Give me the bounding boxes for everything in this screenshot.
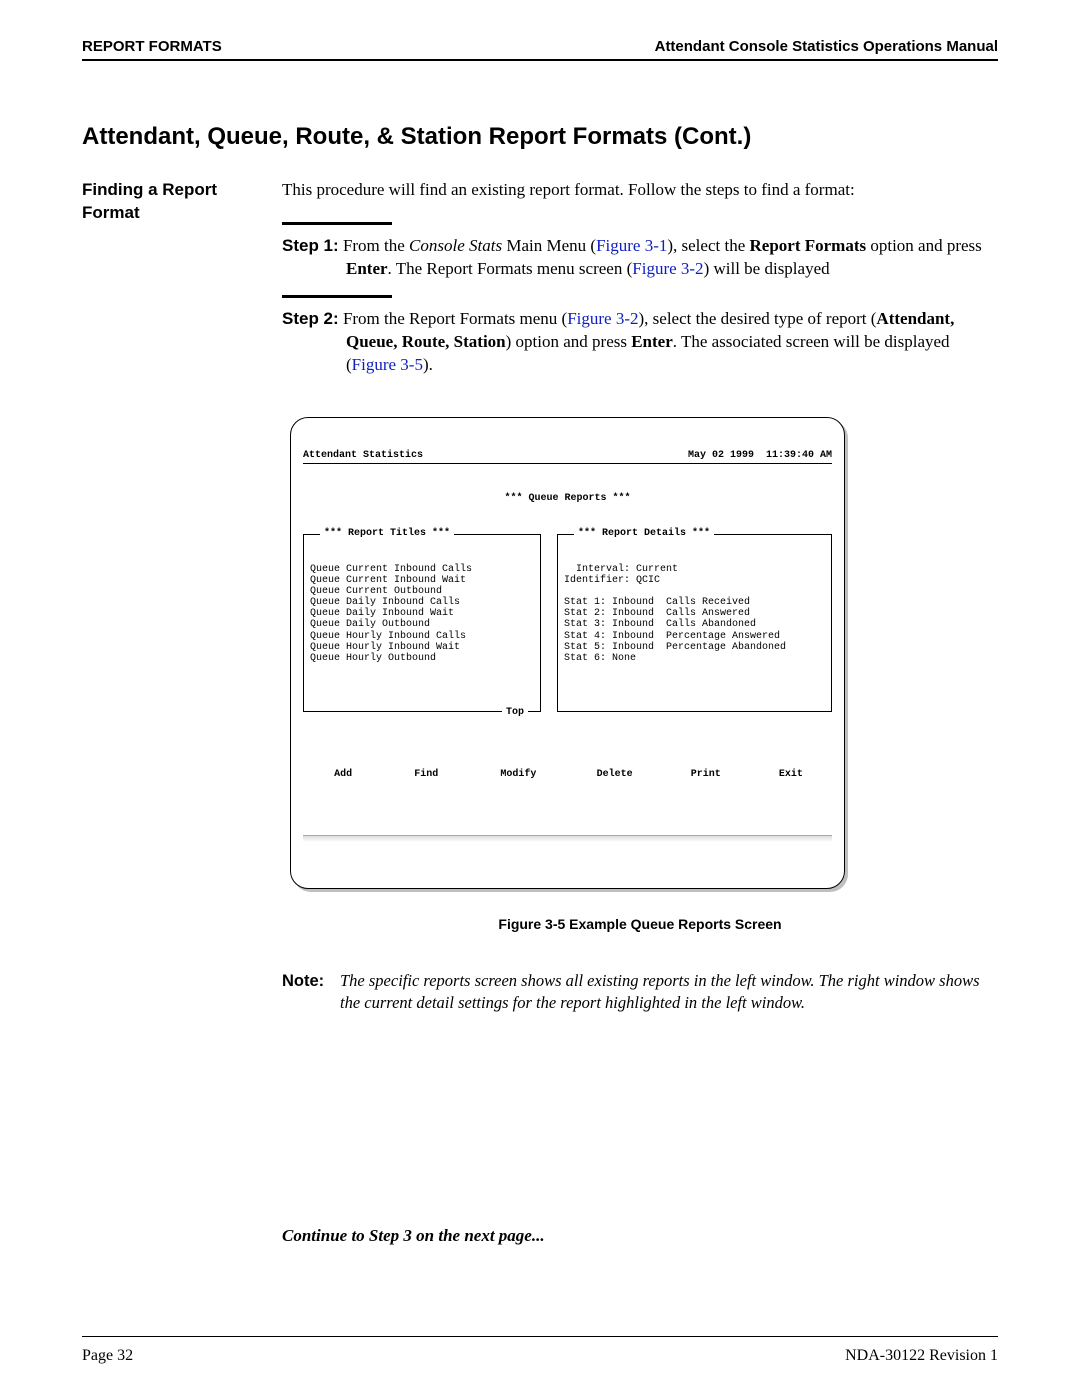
list-item[interactable]: Queue Daily Outbound [310,619,430,630]
step-1-italic: Console Stats [409,236,502,255]
step-1-bold-a: Report Formats [750,236,867,255]
step-1-text-a: From the [343,236,409,255]
step-1: Step 1: From the Console Stats Main Menu… [282,235,998,281]
step-1-label: Step 1: [282,236,339,255]
detail-stat: Stat 5: Inbound Percentage Abandoned [564,642,786,653]
running-header: REPORT FORMATS Attendant Console Statist… [82,38,998,61]
list-item[interactable]: Queue Hourly Inbound Calls [310,631,466,642]
step-2-text-c: ) option and press [506,332,632,351]
report-details-list: Interval: Current Identifier: QCIC Stat … [564,564,825,665]
list-item[interactable]: Queue Current Inbound Calls [310,564,472,575]
page-number: Page 32 [82,1347,133,1365]
note-label: Note: [282,970,340,1015]
step-divider [282,295,392,298]
step-2-text-b: ), select the desired type of report ( [639,309,877,328]
report-titles-list: Queue Current Inbound Calls Queue Curren… [310,564,534,665]
header-right: Attendant Console Statistics Operations … [655,38,998,55]
list-item[interactable]: Queue Daily Inbound Calls [310,597,460,608]
detail-stat: Stat 3: Inbound Calls Abandoned [564,619,756,630]
step-2-bold-b: Enter [631,332,673,351]
list-item[interactable]: Queue Current Outbound [310,586,442,597]
side-heading: Finding a Report Format [82,179,282,225]
step-2-text-a: From the Report Formats menu ( [343,309,567,328]
report-details-panel: *** Report Details *** Interval: Current… [557,534,832,712]
intro-text: This procedure will find an existing rep… [282,179,998,202]
add-button[interactable]: Add [334,769,352,780]
terminal-screen-title: *** Queue Reports *** [303,493,832,504]
report-titles-legend: *** Report Titles *** [320,528,454,539]
report-titles-panel: *** Report Titles *** Queue Current Inbo… [303,534,541,712]
figure-link-3-2b[interactable]: Figure 3-2 [567,309,638,328]
terminal-button-row: Add Find Modify Delete Print Exit [303,747,832,803]
footer-rule [82,1336,998,1337]
list-item[interactable]: Queue Current Inbound Wait [310,575,466,586]
section-title: Attendant, Queue, Route, & Station Repor… [82,123,998,151]
step-1-text-f: ) will be displayed [704,259,830,278]
list-item[interactable]: Queue Hourly Inbound Wait [310,642,460,653]
detail-stat: Stat 1: Inbound Calls Received [564,597,750,608]
report-details-legend: *** Report Details *** [574,528,714,539]
detail-stat: Stat 4: Inbound Percentage Answered [564,631,780,642]
modify-button[interactable]: Modify [500,769,536,780]
panel-scroll-indicator: Top [502,707,528,718]
terminal-app-title: Attendant Statistics [303,450,423,461]
continue-text: Continue to Step 3 on the next page... [282,1225,998,1248]
list-item[interactable]: Queue Daily Inbound Wait [310,608,454,619]
list-item[interactable]: Queue Hourly Outbound [310,653,436,664]
terminal-header: Attendant Statistics May 02 1999 11:39:4… [303,450,832,464]
detail-stat: Stat 2: Inbound Calls Answered [564,608,750,619]
header-left: REPORT FORMATS [82,38,222,55]
step-2: Step 2: From the Report Formats menu (Fi… [282,308,998,377]
step-1-text-e: . The Report Formats menu screen ( [388,259,633,278]
detail-stat: Stat 6: None [564,653,636,664]
step-2-label: Step 2: [282,309,339,328]
page-footer: Page 32 NDA-30122 Revision 1 [82,1347,998,1365]
main-column: This procedure will find an existing rep… [282,179,998,1248]
note-text: The specific reports screen shows all ex… [340,970,998,1015]
exit-button[interactable]: Exit [779,769,803,780]
step-1-text-c: ), select the [667,236,749,255]
figure-link-3-5[interactable]: Figure 3-5 [352,355,423,374]
terminal-screenshot: Attendant Statistics May 02 1999 11:39:4… [290,417,845,890]
terminal-footer-bar [303,835,832,842]
step-1-text-b: Main Menu ( [502,236,596,255]
figure-link-3-1[interactable]: Figure 3-1 [596,236,667,255]
note-block: Note: The specific reports screen shows … [282,970,998,1015]
detail-interval: Interval: Current [564,564,678,575]
page: REPORT FORMATS Attendant Console Statist… [0,0,1080,1397]
step-1-bold-b: Enter [346,259,388,278]
step-2-text-e: ). [423,355,433,374]
figure-link-3-2[interactable]: Figure 3-2 [632,259,703,278]
content-columns: Finding a Report Format This procedure w… [82,179,998,1248]
step-divider [282,222,392,225]
detail-identifier: Identifier: QCIC [564,575,660,586]
figure-caption: Figure 3-5 Example Queue Reports Screen [282,915,998,934]
find-button[interactable]: Find [414,769,438,780]
delete-button[interactable]: Delete [597,769,633,780]
doc-id: NDA-30122 Revision 1 [845,1347,998,1365]
terminal-datetime: May 02 1999 11:39:40 AM [688,450,832,461]
print-button[interactable]: Print [691,769,721,780]
step-1-text-d: option and press [866,236,982,255]
